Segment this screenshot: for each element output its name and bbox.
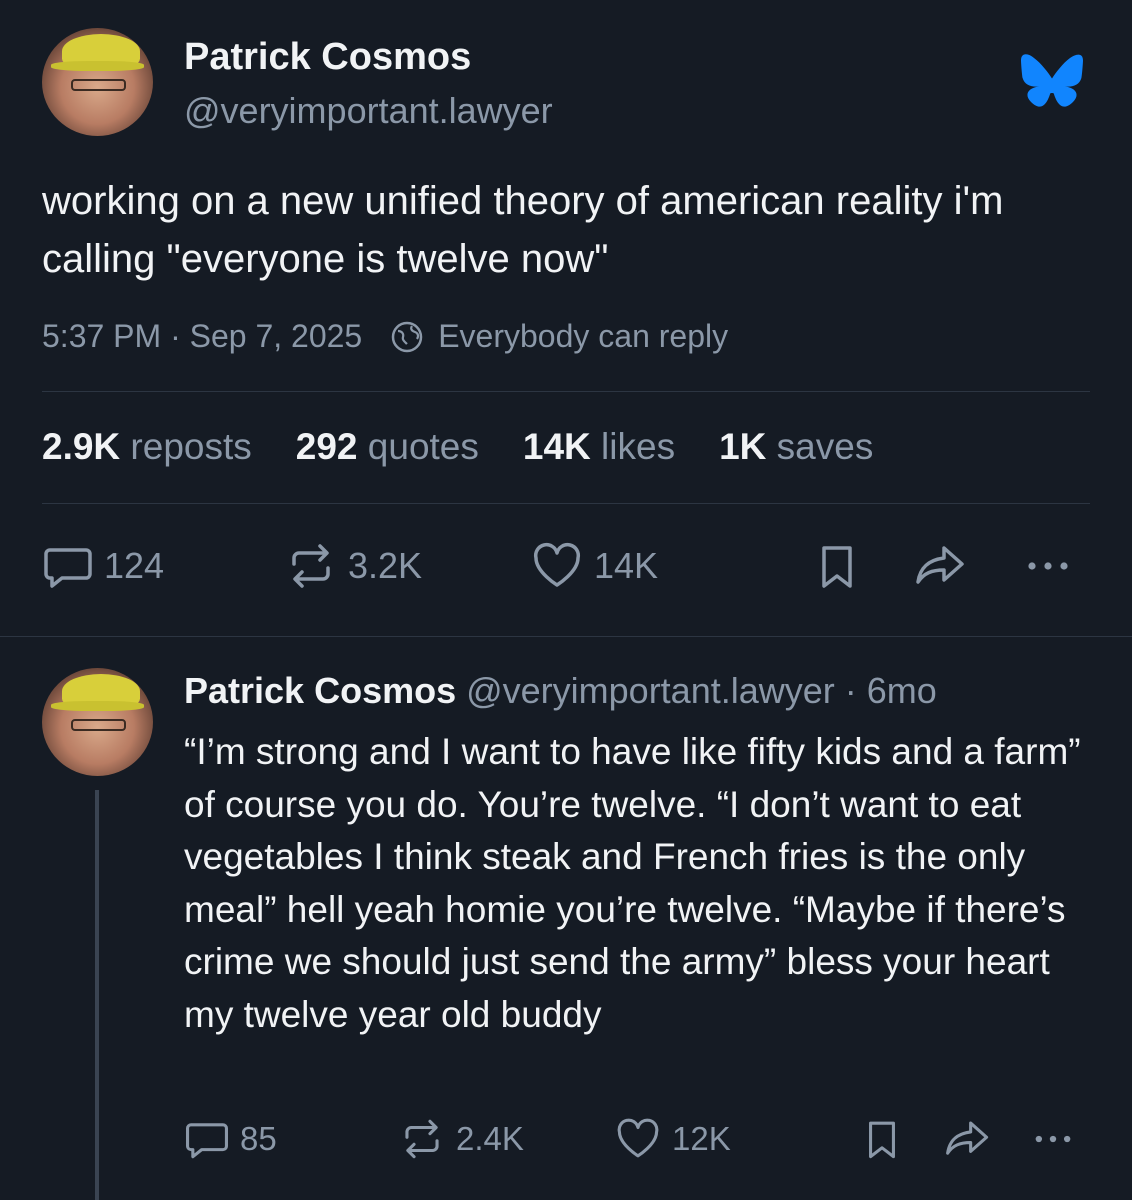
reply-actions: 85 2.4K 12K — [184, 1116, 1084, 1166]
post-separator — [0, 636, 1132, 637]
stat-saves[interactable]: 1K saves — [719, 426, 873, 468]
reply-setting: Everybody can reply — [438, 318, 729, 354]
more-options-button[interactable] — [1022, 540, 1074, 592]
stat-quotes[interactable]: 292 quotes — [296, 426, 479, 468]
stat-likes[interactable]: 14K likes — [523, 426, 675, 468]
butterfly-icon — [1021, 54, 1083, 107]
share-arrow-icon — [916, 546, 964, 584]
post-text: working on a new unified theory of ameri… — [42, 179, 1004, 281]
reply-header: Patrick Cosmos @veryimportant.lawyer · 6… — [184, 670, 937, 712]
like-button[interactable]: 14K — [530, 540, 658, 592]
bookmark-button[interactable] — [812, 540, 862, 592]
reply-share-button[interactable] — [942, 1116, 994, 1162]
heart-icon — [617, 1118, 659, 1158]
globe-icon — [391, 321, 423, 352]
reply-button[interactable]: 124 — [42, 540, 164, 592]
divider — [42, 503, 1090, 504]
thread-line — [95, 790, 99, 1200]
share-arrow-icon — [946, 1121, 989, 1155]
repost-icon — [405, 1119, 439, 1159]
share-button[interactable] — [912, 540, 970, 592]
reply-more-options-button[interactable] — [1030, 1116, 1076, 1162]
reply-author-handle[interactable]: @veryimportant.lawyer — [456, 670, 835, 711]
reply-repost-button[interactable]: 2.4K — [398, 1116, 524, 1162]
speech-bubble-icon — [44, 548, 92, 588]
reply-reply-button[interactable]: 85 — [184, 1116, 277, 1162]
post-actions: 124 3.2K 14K — [42, 540, 1082, 598]
author-name[interactable]: Patrick Cosmos — [184, 36, 471, 79]
reply-like-button[interactable]: 12K — [614, 1116, 731, 1162]
repost-button[interactable]: 3.2K — [284, 540, 422, 592]
repost-icon — [292, 544, 330, 588]
heart-icon — [533, 543, 581, 587]
bookmark-icon — [869, 1121, 895, 1159]
ellipsis-icon — [1035, 1135, 1071, 1143]
author-avatar[interactable] — [42, 28, 153, 136]
ellipsis-icon — [1028, 562, 1068, 570]
post-timestamp[interactable]: 5:37 PM · Sep 7, 2025 — [42, 318, 362, 355]
reply-text: “I’m strong and I want to have like fift… — [184, 731, 1081, 1035]
stat-reposts[interactable]: 2.9K reposts — [42, 426, 252, 468]
author-handle[interactable]: @veryimportant.lawyer — [184, 90, 553, 132]
speech-bubble-icon — [185, 1123, 229, 1159]
main-post: Patrick Cosmos @veryimportant.lawyer wor… — [0, 0, 1132, 636]
divider — [42, 391, 1090, 392]
reply-author-avatar[interactable] — [42, 668, 153, 776]
reply-bookmark-button[interactable] — [860, 1116, 904, 1162]
post-stats: 2.9K reposts 292 quotes 14K likes 1K sav… — [42, 426, 917, 468]
bookmark-icon — [822, 546, 852, 588]
reply-author-name[interactable]: Patrick Cosmos — [184, 670, 456, 711]
post-meta: 5:37 PM · Sep 7, 2025 Everybody can repl… — [42, 318, 728, 355]
reply-age: · 6mo — [834, 670, 937, 711]
